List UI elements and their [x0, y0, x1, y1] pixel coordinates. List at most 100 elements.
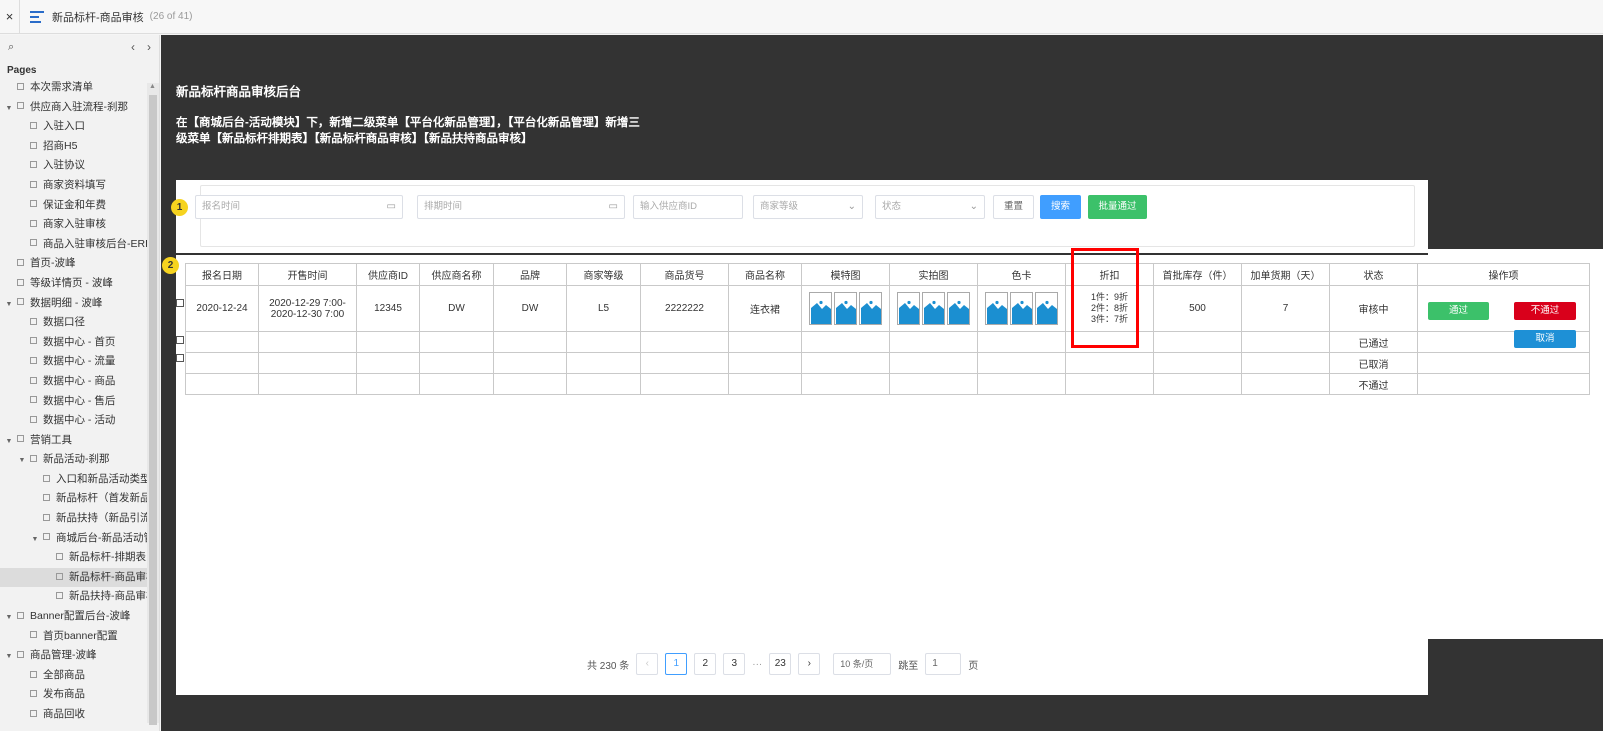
- page-icon: [30, 396, 37, 404]
- page-icon: [30, 415, 37, 423]
- sidebar-item-label: 数据中心 - 流量: [43, 355, 116, 368]
- chevron-left-icon[interactable]: ‹: [131, 40, 135, 54]
- row-checkbox[interactable]: [176, 336, 184, 344]
- sidebar-item-label: 数据中心 - 活动: [43, 414, 116, 427]
- sidebar-item[interactable]: ▼ 商城后台-新品活动管理: [0, 529, 159, 549]
- expand-toggle-icon[interactable]: ▼: [4, 295, 14, 314]
- sidebar-item[interactable]: 入口和新品活动类型: [0, 470, 159, 490]
- column-header: 操作项: [1417, 263, 1590, 286]
- expand-toggle-icon[interactable]: ▼: [4, 647, 14, 666]
- sidebar-item[interactable]: ▼ 新品活动-刹那: [0, 450, 159, 470]
- page-icon: [30, 180, 37, 188]
- sidebar-item[interactable]: 首页banner配置: [0, 627, 159, 647]
- close-icon[interactable]: ×: [0, 0, 20, 34]
- sidebar-item[interactable]: ▼ 数据明细 - 波峰: [0, 294, 159, 314]
- sidebar-item[interactable]: 商品回收: [0, 705, 159, 725]
- sidebar-item[interactable]: 新品扶持-商品审核: [0, 587, 159, 607]
- image-placeholder-icon[interactable]: [1035, 292, 1058, 325]
- image-placeholder-icon[interactable]: [1010, 292, 1033, 325]
- sidebar-item[interactable]: 入驻协议: [0, 156, 159, 176]
- supplier-id-input[interactable]: 输入供应商ID: [633, 195, 743, 219]
- image-placeholder-icon[interactable]: [809, 292, 832, 325]
- sidebar-item[interactable]: 新品标杆-排期表: [0, 548, 159, 568]
- expand-toggle-icon[interactable]: ▼: [4, 99, 14, 118]
- sidebar-item[interactable]: 招商H5: [0, 137, 159, 157]
- merchant-level-select[interactable]: 商家等级 ⌄: [753, 195, 863, 219]
- page-size-select[interactable]: 10 条/页: [833, 653, 892, 675]
- row-checkbox[interactable]: [176, 299, 184, 307]
- sidebar-item[interactable]: 商家入驻审核: [0, 215, 159, 235]
- sidebar-item[interactable]: 商家资料填写: [0, 176, 159, 196]
- page-button[interactable]: 23: [769, 653, 792, 675]
- menu-icon[interactable]: [30, 10, 44, 23]
- image-placeholder-icon[interactable]: [947, 292, 970, 325]
- sidebar-item[interactable]: 保证金和年费: [0, 196, 159, 216]
- row-checkbox[interactable]: [176, 354, 184, 362]
- next-page-button[interactable]: ›: [798, 653, 821, 675]
- expand-toggle-icon[interactable]: ▼: [4, 608, 14, 627]
- sidebar-item[interactable]: ▼ 商品管理-波峰: [0, 646, 159, 666]
- expand-toggle-icon[interactable]: ▼: [4, 432, 14, 451]
- sidebar-item[interactable]: ▼ 供应商入驻流程-刹那: [0, 98, 159, 118]
- reset-button[interactable]: 重置: [993, 195, 1034, 219]
- sidebar-item[interactable]: 新品标杆-商品审核: [0, 567, 159, 588]
- page-icon: [30, 317, 37, 325]
- status-cell: 已取消: [1329, 352, 1418, 374]
- pass-button[interactable]: 通过: [1428, 302, 1489, 320]
- sidebar-item[interactable]: 商品入驻审核后台-ERP: [0, 235, 159, 255]
- image-placeholder-icon[interactable]: [922, 292, 945, 325]
- signup-time-picker[interactable]: 报名时间 ▭: [195, 195, 403, 219]
- cancel-button[interactable]: 取消: [1514, 330, 1576, 348]
- sidebar-scrollbar[interactable]: ▲: [147, 83, 159, 725]
- sidebar-item[interactable]: 数据中心 - 售后: [0, 392, 159, 412]
- image-placeholder-icon[interactable]: [859, 292, 882, 325]
- sidebar-item[interactable]: 首页-波峰: [0, 254, 159, 274]
- sidebar-item-label: 商家资料填写: [43, 178, 106, 191]
- sidebar-item[interactable]: 发布商品: [0, 685, 159, 705]
- sidebar-item[interactable]: 数据中心 - 流量: [0, 352, 159, 372]
- stock-cell: 500: [1153, 285, 1242, 332]
- column-header: 报名日期: [185, 263, 259, 286]
- sidebar-item-label: 入驻协议: [43, 159, 85, 172]
- sidebar-item[interactable]: 新品标杆（首发新品）: [0, 489, 159, 509]
- sidebar-item[interactable]: 本次需求清单: [0, 78, 159, 98]
- image-placeholder-icon[interactable]: [985, 292, 1008, 325]
- search-icon[interactable]: ⌕: [8, 41, 14, 54]
- expand-toggle-icon[interactable]: ▼: [30, 530, 40, 549]
- sidebar-item[interactable]: ▼ 营销工具: [0, 431, 159, 451]
- sidebar-item[interactable]: 数据中心 - 活动: [0, 411, 159, 431]
- page-icon: [43, 474, 50, 482]
- search-button[interactable]: 搜索: [1040, 195, 1081, 219]
- sidebar-item-label: 新品扶持（新品引流）: [56, 512, 159, 525]
- scroll-up-icon[interactable]: ▲: [149, 83, 156, 90]
- sidebar-item[interactable]: 全部商品: [0, 666, 159, 686]
- image-placeholder-icon[interactable]: [834, 292, 857, 325]
- sidebar-item[interactable]: 新品扶持（新品引流）: [0, 509, 159, 529]
- page-button[interactable]: 3: [723, 653, 746, 675]
- page-tree: 本次需求清单 ▼ 供应商入驻流程-刹那入驻入口招商H5 入驻协议商家资料填写保证金和年…: [0, 78, 159, 725]
- prev-page-button[interactable]: ‹: [636, 653, 659, 675]
- status-select[interactable]: 状态 ⌄: [875, 195, 985, 219]
- schedule-time-placeholder: 排期时间: [424, 201, 463, 212]
- sidebar-item[interactable]: 数据中心 - 商品: [0, 372, 159, 392]
- reject-button[interactable]: 不通过: [1514, 302, 1576, 320]
- schedule-time-picker[interactable]: 排期时间 ▭: [417, 195, 625, 219]
- chevron-right-icon[interactable]: ›: [147, 40, 151, 54]
- sidebar-item[interactable]: 等级详情页 - 波峰: [0, 274, 159, 294]
- supplier-id-cell: 12345: [356, 285, 420, 332]
- sidebar-item[interactable]: ▼ Banner配置后台-波峰: [0, 607, 159, 627]
- sidebar-item[interactable]: 数据口径: [0, 313, 159, 333]
- jump-input[interactable]: 1: [925, 653, 962, 675]
- expand-toggle-icon[interactable]: ▼: [17, 451, 27, 470]
- batch-pass-button[interactable]: 批量通过: [1088, 195, 1147, 219]
- sidebar-item-label: 入驻入口: [43, 120, 85, 133]
- page-ellipsis[interactable]: ···: [752, 659, 762, 670]
- sidebar-item[interactable]: 数据中心 - 首页: [0, 333, 159, 353]
- sidebar-item[interactable]: 入驻入口: [0, 117, 159, 137]
- image-placeholder-icon[interactable]: [897, 292, 920, 325]
- page-button[interactable]: 2: [694, 653, 717, 675]
- page-button[interactable]: 1: [665, 653, 688, 675]
- scrollbar-thumb[interactable]: [149, 95, 157, 725]
- page-icon: [56, 592, 63, 600]
- top-bar: × 新品标杆-商品审核 (26 of 41): [0, 0, 1603, 34]
